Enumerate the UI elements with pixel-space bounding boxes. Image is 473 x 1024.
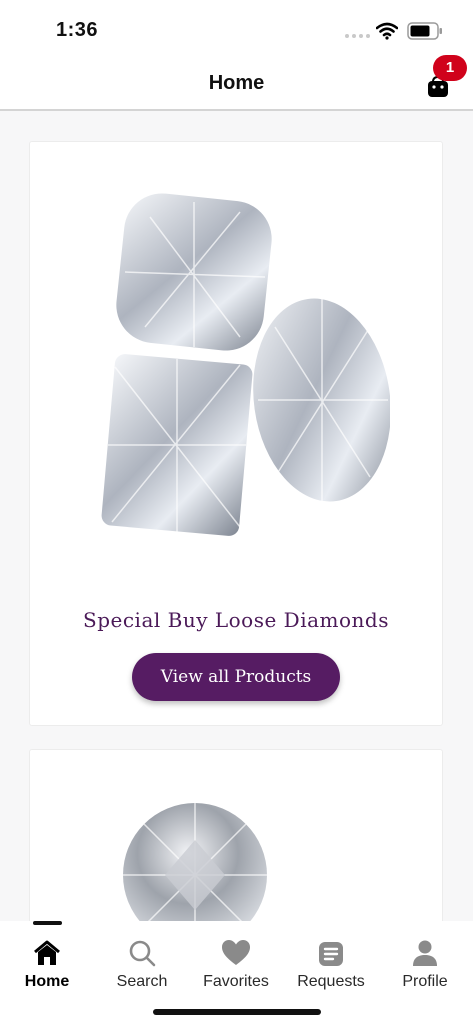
tab-label: Search — [116, 973, 168, 990]
tab-search[interactable]: Search — [95, 933, 189, 991]
document-icon — [319, 942, 343, 966]
user-icon — [413, 940, 437, 966]
tab-favorites[interactable]: Favorites — [189, 933, 283, 991]
search-icon — [129, 940, 156, 967]
cellular-signal-icon — [345, 34, 370, 38]
product-card — [29, 749, 443, 921]
card-title: Special Buy Loose Diamonds — [83, 608, 389, 632]
status-bar: 1:36 — [0, 0, 473, 60]
heart-icon — [222, 940, 250, 965]
page-title: Home — [208, 72, 265, 94]
navigation-bar: Home — [0, 60, 473, 111]
tab-label: Requests — [297, 973, 365, 990]
tab-label: Favorites — [203, 973, 269, 990]
tab-bar: Home Search Favorites Requests Profile — [0, 921, 473, 1024]
tab-profile[interactable]: Profile — [378, 933, 472, 991]
product-card: Special Buy Loose Diamonds View all Prod… — [29, 141, 443, 726]
view-all-products-button[interactable]: View all Products — [132, 653, 340, 701]
tab-label: Home — [24, 973, 70, 990]
active-tab-indicator — [33, 921, 62, 925]
home-icon — [34, 940, 60, 965]
status-time: 1:36 — [56, 19, 99, 41]
tab-label: Profile — [402, 973, 448, 990]
round-diamond-image — [123, 803, 267, 921]
wifi-icon — [376, 22, 398, 40]
loose-diamonds-image — [101, 193, 390, 536]
battery-icon — [407, 22, 442, 40]
cart-count-badge: 1 — [433, 55, 467, 81]
tab-home[interactable]: Home — [0, 933, 94, 991]
tab-requests[interactable]: Requests — [284, 933, 378, 991]
product-feed[interactable]: Special Buy Loose Diamonds View all Prod… — [0, 111, 473, 921]
home-indicator — [153, 1009, 321, 1015]
